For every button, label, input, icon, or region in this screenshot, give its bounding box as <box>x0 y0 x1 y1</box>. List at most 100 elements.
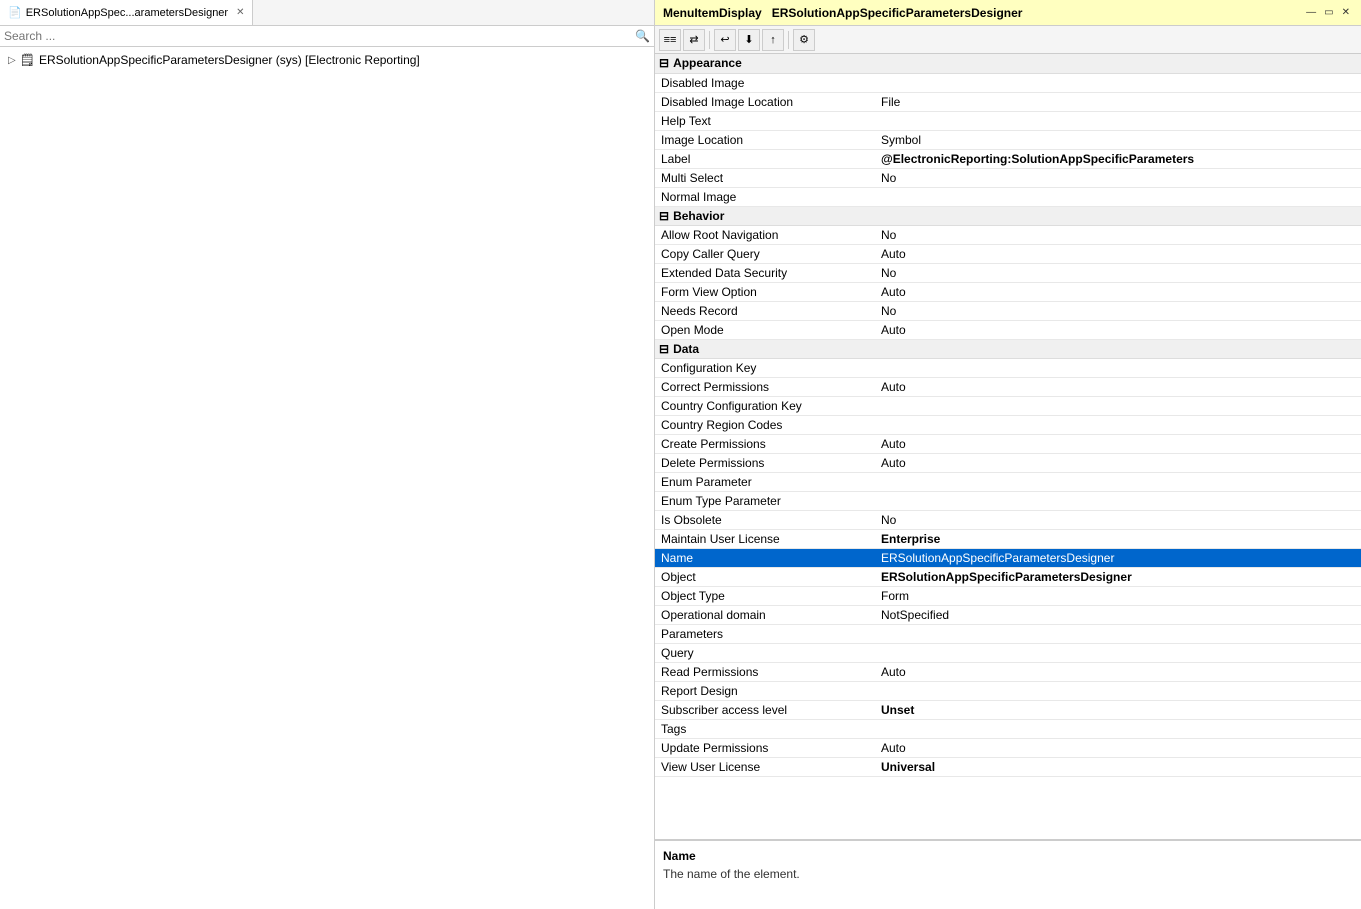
table-row[interactable]: Report Design <box>655 681 1361 700</box>
property-value[interactable]: ERSolutionAppSpecificParametersDesigner <box>875 548 1361 567</box>
properties-toolbar: ≡≡ ⇄ ↩ ⬇ ↑ ⚙ <box>655 26 1361 54</box>
property-name: Normal Image <box>655 187 875 206</box>
property-value[interactable]: No <box>875 510 1361 529</box>
property-value[interactable]: Symbol <box>875 130 1361 149</box>
table-row[interactable]: Normal Image <box>655 187 1361 206</box>
table-row[interactable]: Disabled Image LocationFile <box>655 92 1361 111</box>
table-row[interactable]: Update PermissionsAuto <box>655 738 1361 757</box>
window-controls: — ▭ ✕ <box>1303 7 1353 18</box>
table-row[interactable]: Extended Data SecurityNo <box>655 263 1361 282</box>
designer-tab[interactable]: 📄 ERSolutionAppSpec...arametersDesigner … <box>0 0 253 25</box>
table-row[interactable]: Read PermissionsAuto <box>655 662 1361 681</box>
property-name: Create Permissions <box>655 434 875 453</box>
property-name: View User License <box>655 757 875 776</box>
table-row[interactable]: Is ObsoleteNo <box>655 510 1361 529</box>
property-value[interactable]: Auto <box>875 738 1361 757</box>
table-row[interactable]: Label@ElectronicReporting:SolutionAppSpe… <box>655 149 1361 168</box>
property-value[interactable] <box>875 73 1361 92</box>
section-toggle[interactable]: ⊟ <box>659 209 669 223</box>
table-row[interactable]: Multi SelectNo <box>655 168 1361 187</box>
table-row[interactable]: NameERSolutionAppSpecificParametersDesig… <box>655 548 1361 567</box>
property-value[interactable] <box>875 358 1361 377</box>
property-value[interactable]: Form <box>875 586 1361 605</box>
settings-button[interactable]: ⚙ <box>793 29 815 51</box>
table-row[interactable]: Tags <box>655 719 1361 738</box>
property-name: Allow Root Navigation <box>655 225 875 244</box>
search-input[interactable] <box>4 29 635 43</box>
property-value[interactable] <box>875 491 1361 510</box>
table-row[interactable]: Enum Parameter <box>655 472 1361 491</box>
property-value[interactable]: No <box>875 225 1361 244</box>
property-value[interactable]: Universal <box>875 757 1361 776</box>
property-value[interactable] <box>875 111 1361 130</box>
table-row[interactable]: Correct PermissionsAuto <box>655 377 1361 396</box>
section-header-behavior[interactable]: ⊟Behavior <box>655 206 1361 225</box>
table-row[interactable]: Delete PermissionsAuto <box>655 453 1361 472</box>
close-button[interactable]: ✕ <box>1339 7 1353 18</box>
property-value[interactable] <box>875 681 1361 700</box>
property-value[interactable]: Auto <box>875 244 1361 263</box>
property-value[interactable] <box>875 719 1361 738</box>
property-name: Open Mode <box>655 320 875 339</box>
property-pages-button[interactable]: ↩ <box>714 29 736 51</box>
property-name: Extended Data Security <box>655 263 875 282</box>
toolbar-separator <box>709 31 710 49</box>
table-row[interactable]: Operational domainNotSpecified <box>655 605 1361 624</box>
section-header-appearance[interactable]: ⊟Appearance <box>655 54 1361 73</box>
move-up-button[interactable]: ↑ <box>762 29 784 51</box>
property-value[interactable]: ERSolutionAppSpecificParametersDesigner <box>875 567 1361 586</box>
property-value[interactable] <box>875 396 1361 415</box>
property-value[interactable]: @ElectronicReporting:SolutionAppSpecific… <box>875 149 1361 168</box>
sort-button[interactable]: ⬇ <box>738 29 760 51</box>
section-toggle[interactable]: ⊟ <box>659 56 669 70</box>
table-row[interactable]: Disabled Image <box>655 73 1361 92</box>
table-row[interactable]: Needs RecordNo <box>655 301 1361 320</box>
section-toggle[interactable]: ⊟ <box>659 342 669 356</box>
table-row[interactable]: ObjectERSolutionAppSpecificParametersDes… <box>655 567 1361 586</box>
minimize-button[interactable]: — <box>1303 7 1319 18</box>
property-value[interactable]: NotSpecified <box>875 605 1361 624</box>
tab-bar: 📄 ERSolutionAppSpec...arametersDesigner … <box>0 0 654 26</box>
section-header-data[interactable]: ⊟Data <box>655 339 1361 358</box>
table-row[interactable]: Object TypeForm <box>655 586 1361 605</box>
property-value[interactable]: Enterprise <box>875 529 1361 548</box>
tab-close-button[interactable]: ✕ <box>236 7 244 18</box>
categorized-button[interactable]: ≡≡ <box>659 29 681 51</box>
property-value[interactable]: Auto <box>875 320 1361 339</box>
property-value[interactable]: No <box>875 301 1361 320</box>
table-row[interactable]: Form View OptionAuto <box>655 282 1361 301</box>
table-row[interactable]: Parameters <box>655 624 1361 643</box>
property-value[interactable] <box>875 415 1361 434</box>
property-value[interactable] <box>875 472 1361 491</box>
table-row[interactable]: Copy Caller QueryAuto <box>655 244 1361 263</box>
property-value[interactable]: Auto <box>875 662 1361 681</box>
property-value[interactable]: Auto <box>875 377 1361 396</box>
property-value[interactable]: No <box>875 168 1361 187</box>
table-row[interactable]: Country Region Codes <box>655 415 1361 434</box>
property-value[interactable] <box>875 643 1361 662</box>
table-row[interactable]: Query <box>655 643 1361 662</box>
restore-button[interactable]: ▭ <box>1321 7 1336 18</box>
table-row[interactable]: Maintain User LicenseEnterprise <box>655 529 1361 548</box>
table-row[interactable]: Open ModeAuto <box>655 320 1361 339</box>
property-value[interactable]: Auto <box>875 434 1361 453</box>
property-value[interactable]: Auto <box>875 282 1361 301</box>
property-value[interactable]: File <box>875 92 1361 111</box>
tree-item[interactable]: ▷ 🗒 ERSolutionAppSpecificParametersDesig… <box>0 51 654 69</box>
table-row[interactable]: Help Text <box>655 111 1361 130</box>
property-value[interactable]: Auto <box>875 453 1361 472</box>
table-row[interactable]: Allow Root NavigationNo <box>655 225 1361 244</box>
table-row[interactable]: Enum Type Parameter <box>655 491 1361 510</box>
alphabetical-button[interactable]: ⇄ <box>683 29 705 51</box>
property-name: Correct Permissions <box>655 377 875 396</box>
table-row[interactable]: Create PermissionsAuto <box>655 434 1361 453</box>
table-row[interactable]: Country Configuration Key <box>655 396 1361 415</box>
table-row[interactable]: Configuration Key <box>655 358 1361 377</box>
table-row[interactable]: View User LicenseUniversal <box>655 757 1361 776</box>
property-value[interactable]: Unset <box>875 700 1361 719</box>
table-row[interactable]: Image LocationSymbol <box>655 130 1361 149</box>
property-value[interactable]: No <box>875 263 1361 282</box>
property-value[interactable] <box>875 187 1361 206</box>
property-value[interactable] <box>875 624 1361 643</box>
table-row[interactable]: Subscriber access levelUnset <box>655 700 1361 719</box>
